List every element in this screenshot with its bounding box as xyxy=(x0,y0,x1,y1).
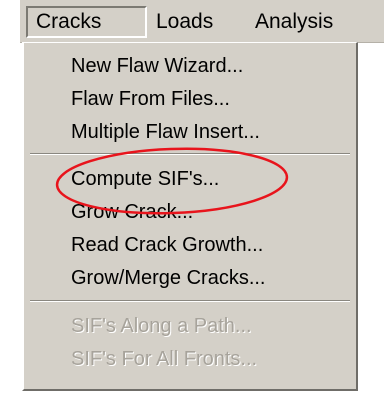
menu-loads[interactable]: Loads xyxy=(156,6,213,38)
menu-separator xyxy=(30,153,350,155)
menu-item-flaw-from-files[interactable]: Flaw From Files... xyxy=(71,83,230,115)
menu-item-read-crack-growth[interactable]: Read Crack Growth... xyxy=(71,229,263,261)
menu-cracks[interactable]: Cracks xyxy=(26,6,147,38)
menu-analysis[interactable]: Analysis xyxy=(255,6,333,38)
menu-item-sifs-all-fronts: SIF's For All Fronts... xyxy=(71,348,258,370)
menu-item-new-flaw-wizard[interactable]: New Flaw Wizard... xyxy=(71,50,243,82)
menu-bar: Cracks Loads Analysis xyxy=(20,0,384,43)
menu-item-compute-sifs[interactable]: Compute SIF's... xyxy=(71,163,219,195)
menu-item-grow-merge-cracks[interactable]: Grow/Merge Cracks... xyxy=(71,262,265,294)
menu-item-grow-crack[interactable]: Grow Crack... xyxy=(71,196,193,228)
menu-separator xyxy=(30,300,350,302)
cracks-dropdown-menu: New Flaw Wizard... Flaw From Files... Mu… xyxy=(22,42,358,391)
menu-item-sifs-along-path: SIF's Along a Path... xyxy=(71,315,252,337)
menu-item-multiple-flaw-insert[interactable]: Multiple Flaw Insert... xyxy=(71,116,260,148)
